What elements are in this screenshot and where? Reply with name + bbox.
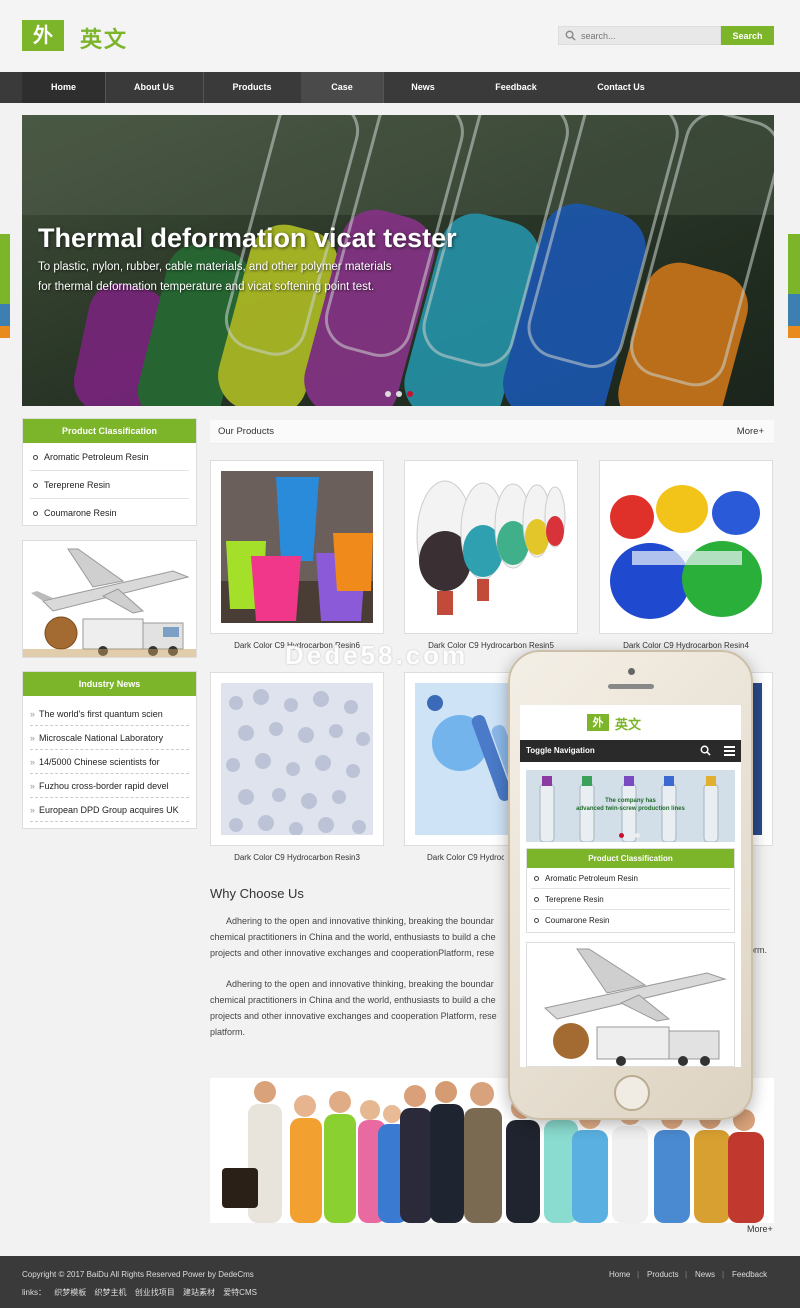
- phone-banner-text: The company has advanced twin-screw produ…: [576, 798, 685, 812]
- products-more-link[interactable]: More+: [737, 420, 764, 444]
- news-item[interactable]: » The world's first quantum scien: [30, 702, 189, 726]
- search-box[interactable]: [558, 26, 721, 45]
- news-item[interactable]: » Fuzhou cross-border rapid devel: [30, 774, 189, 798]
- category-item[interactable]: Aromatic Petroleum Resin: [30, 443, 189, 471]
- search-icon: [565, 30, 576, 41]
- footer-link[interactable]: 织梦主机: [94, 1288, 126, 1297]
- carousel-dot[interactable]: [385, 391, 391, 397]
- news-item[interactable]: » 14/5000 Chinese scientists for: [30, 750, 189, 774]
- nav-contact-us[interactable]: Contact Us: [569, 72, 673, 103]
- industry-news-panel: Industry News » The world's first quantum…: [22, 671, 197, 829]
- footer-nav-news[interactable]: News: [695, 1270, 715, 1279]
- phone-airplane-truck-image: [543, 948, 727, 1066]
- product-caption[interactable]: Dark Color C9 Hydrocarbon Resin2: [404, 853, 504, 862]
- logo-text[interactable]: 英文: [80, 22, 128, 54]
- product-image-granule-flasks: [415, 471, 567, 623]
- phone-classification-panel: Product Classification Aromatic Petroleu…: [526, 848, 735, 933]
- nav-news[interactable]: News: [383, 72, 463, 103]
- product-image-colored-pellets: [610, 471, 762, 623]
- carousel-dots: [385, 388, 418, 400]
- phone-home-button: [614, 1075, 650, 1111]
- phone-logistics-image[interactable]: [526, 942, 735, 1067]
- why-choose-us-title: Why Choose Us: [210, 886, 304, 901]
- phone-menu-icon[interactable]: [724, 746, 735, 756]
- product-image-cups: [221, 471, 373, 623]
- nav-feedback[interactable]: Feedback: [463, 72, 569, 103]
- why-more-link[interactable]: More+: [747, 1224, 773, 1234]
- phone-camera: [628, 668, 635, 675]
- news-item[interactable]: » Microscale National Laboratory: [30, 726, 189, 750]
- phone-category-item[interactable]: Coumarone Resin: [531, 910, 730, 931]
- phone-logo-text[interactable]: 英文: [615, 714, 641, 733]
- search-input[interactable]: [581, 28, 716, 43]
- category-item[interactable]: Coumarone Resin: [30, 499, 189, 527]
- main-nav: Home About Us Products Case News Feedbac…: [0, 72, 800, 103]
- products-header: Our Products More+: [210, 420, 774, 444]
- product-card[interactable]: [599, 460, 773, 634]
- footer-link[interactable]: 创业找项目: [135, 1288, 175, 1297]
- category-item[interactable]: Tereprene Resin: [30, 471, 189, 499]
- banner-title: Thermal deformation vicat tester: [38, 223, 457, 253]
- footer-link[interactable]: 爱特CMS: [223, 1288, 257, 1297]
- phone-classification-title: Product Classification: [527, 849, 734, 868]
- products-title: Our Products: [218, 426, 274, 437]
- phone-category-item[interactable]: Aromatic Petroleum Resin: [531, 868, 730, 889]
- footer-link[interactable]: 织梦模板: [54, 1288, 86, 1297]
- logo-mark[interactable]: 外: [22, 20, 64, 51]
- phone-banner[interactable]: The company has advanced twin-screw produ…: [526, 770, 735, 842]
- footer-nav-products[interactable]: Products: [647, 1270, 679, 1279]
- phone-speaker: [608, 684, 654, 689]
- hero-banner[interactable]: Thermal deformation vicat tester To plas…: [22, 115, 774, 406]
- footer-copyright: Copyright © 2017 BaiDu All Rights Reserv…: [22, 1270, 254, 1279]
- product-card[interactable]: [210, 672, 384, 846]
- nav-about-us[interactable]: About Us: [105, 72, 203, 103]
- footer-nav-feedback[interactable]: Feedback: [732, 1270, 767, 1279]
- airplane-truck-image: [23, 541, 196, 657]
- header: 外 英文 Search: [0, 0, 800, 72]
- logistics-image[interactable]: [22, 540, 197, 658]
- product-caption[interactable]: Dark Color C9 Hydrocarbon Resin4: [599, 641, 773, 650]
- product-classification-title: Product Classification: [23, 419, 196, 443]
- carousel-dot-active[interactable]: [407, 391, 413, 397]
- footer-links-label: links：: [22, 1288, 47, 1297]
- product-caption[interactable]: Dark Color C9 Hydrocarbon Resin3: [210, 853, 384, 862]
- phone-screen: 外 英文 Toggle Navigation The company has ad…: [520, 705, 741, 1067]
- product-image-clear-pellets: [221, 683, 373, 835]
- watermark-text: Dede58.com: [285, 640, 469, 670]
- footer-nav-home[interactable]: Home: [609, 1270, 630, 1279]
- footer: Copyright © 2017 BaiDu All Rights Reserv…: [0, 1256, 800, 1308]
- side-decoration-left: [0, 234, 10, 338]
- banner-subtitle: To plastic, nylon, rubber, cable materia…: [38, 261, 392, 293]
- industry-news-title: Industry News: [23, 672, 196, 696]
- product-card[interactable]: [404, 460, 578, 634]
- phone-category-item[interactable]: Tereprene Resin: [531, 889, 730, 910]
- nav-products[interactable]: Products: [203, 72, 301, 103]
- phone-search-icon[interactable]: [700, 745, 711, 756]
- footer-link[interactable]: 建站素材: [183, 1288, 215, 1297]
- nav-case[interactable]: Case: [301, 72, 383, 103]
- phone-toggle-navigation[interactable]: Toggle Navigation: [526, 740, 595, 762]
- news-item[interactable]: » European DPD Group acquires UK: [30, 798, 189, 822]
- phone-mockup: 外 英文 Toggle Navigation The company has ad…: [508, 650, 753, 1120]
- product-card[interactable]: [210, 460, 384, 634]
- side-decoration-right: [788, 234, 800, 338]
- product-classification-panel: Product Classification Aromatic Petroleu…: [22, 418, 197, 526]
- phone-logo-mark[interactable]: 外: [587, 714, 609, 731]
- phone-carousel-dots: [619, 829, 640, 841]
- nav-home[interactable]: Home: [22, 72, 105, 103]
- footer-links: links： 织梦模板 织梦主机 创业找项目 建站素材 爱特CMS: [22, 1287, 263, 1298]
- search-button[interactable]: Search: [721, 26, 774, 45]
- phone-nav-bar: Toggle Navigation: [520, 740, 741, 762]
- carousel-dot[interactable]: [396, 391, 402, 397]
